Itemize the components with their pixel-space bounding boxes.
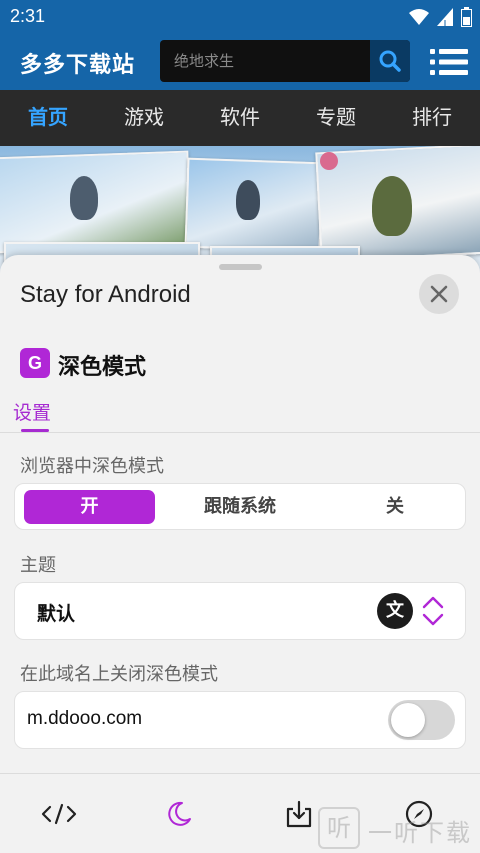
close-icon [430,285,448,303]
tab-dark-mode[interactable] [159,796,199,832]
dark-mode-label: 浏览器中深色模式 [20,456,164,477]
domain-row: m.ddooo.com [14,691,466,749]
search-input[interactable] [160,40,370,82]
option-follow-system[interactable]: 跟随系统 [165,490,315,524]
chevron-up-down-icon [422,596,444,626]
battery-icon [461,7,472,27]
domain-text: m.ddooo.com [27,708,143,729]
extension-sheet: Stay for Android G 深色模式 设置 浏览器中深色模式 开 跟随… [0,255,480,853]
disable-domain-label: 在此域名上关闭深色模式 [20,664,218,685]
watermark: 听 一听下载 [318,803,480,853]
sheet-grabber[interactable] [219,264,262,270]
status-time: 2:31 [10,6,46,26]
wifi-icon [409,9,429,25]
theme-select[interactable]: 默认 文 [14,582,466,640]
nav-item-software[interactable]: 软件 [192,90,288,146]
banner-figure [70,176,98,220]
download-icon [286,800,312,828]
site-logo[interactable]: 多多下载站 [20,47,135,79]
signal-icon [437,8,453,26]
tab-download[interactable] [279,796,319,832]
status-bar: 2:31 [0,0,480,34]
banner-figure [236,180,260,220]
tab-code[interactable] [39,796,79,832]
search-bar [160,40,410,82]
dark-mode-segmented-control: 开 跟随系统 关 [14,483,466,530]
close-button[interactable] [419,274,459,314]
site-nav: 首页 游戏 软件 专题 排行 [0,90,480,146]
toggle-knob [391,703,425,737]
moon-icon [168,801,191,826]
sheet-title: Stay for Android [20,281,191,308]
divider [0,432,480,433]
nav-item-home[interactable]: 首页 [0,90,96,146]
search-button[interactable] [370,40,410,82]
code-icon [41,803,77,825]
menu-icon[interactable] [430,48,468,76]
theme-value: 默认 [37,603,76,625]
site-header: 多多下载站 [0,34,480,90]
extension-name: 深色模式 [58,355,147,380]
banner-figure [320,152,338,170]
option-on[interactable]: 开 [24,490,155,524]
theme-label: 主题 [20,555,56,576]
status-icons [409,7,472,27]
tab-settings[interactable]: 设置 [13,398,51,425]
nav-item-ranking[interactable]: 排行 [384,90,480,146]
disable-domain-toggle[interactable] [388,700,455,740]
translate-icon: 文 [377,593,413,629]
extension-icon: G [20,348,50,378]
nav-item-topics[interactable]: 专题 [288,90,384,146]
search-icon [379,50,401,72]
banner-figure [372,176,412,236]
watermark-text: 一听下载 [368,819,472,847]
watermark-logo: 听 [318,807,360,849]
option-off[interactable]: 关 [325,490,465,524]
nav-item-games[interactable]: 游戏 [96,90,192,146]
